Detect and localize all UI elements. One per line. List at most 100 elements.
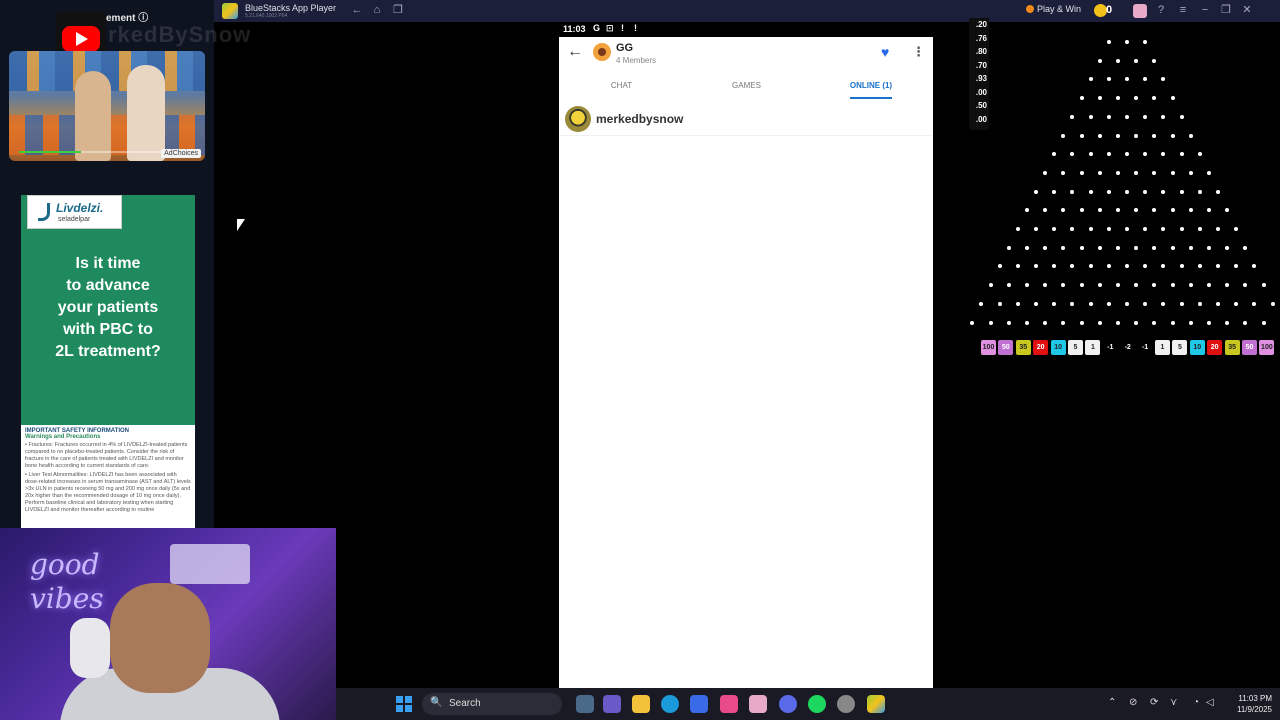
heart-icon[interactable]: ♥ <box>881 44 889 60</box>
home-icon[interactable]: ⌂ <box>370 3 384 17</box>
teams-icon[interactable] <box>603 695 621 713</box>
plinko-slot: 20 <box>1033 340 1049 355</box>
plinko-peg <box>1097 96 1102 101</box>
desktop: ement ⓘ rkedBySnow AdChoices Livdelzi. s… <box>0 0 1280 720</box>
android-screen: 11:03 G ⊡ ! ! ← GG 4 Members ♥ ⋮ CHAT GA… <box>559 22 933 688</box>
plinko-peg <box>1097 283 1102 288</box>
bluestacks-taskbar-icon[interactable] <box>867 695 885 713</box>
plinko-peg <box>1125 77 1129 82</box>
network-icon[interactable]: ⋎ <box>1170 697 1177 708</box>
task-view-icon[interactable] <box>576 695 594 713</box>
taskbar-search[interactable]: 🔍 Search <box>422 693 562 715</box>
headline-line: 2L treatment? <box>55 343 161 360</box>
adchoices-link[interactable]: AdChoices <box>161 149 201 158</box>
plinko-peg <box>1006 245 1011 250</box>
safety-paragraph: • Fractures: Fractures occurred in 4% of… <box>25 442 188 469</box>
version-label: 5.21.640.1002 P64 <box>245 13 288 19</box>
menu-icon[interactable]: ≡ <box>1176 3 1190 17</box>
plinko-peg <box>1170 320 1175 325</box>
member-name: merkedbysnow <box>596 112 684 126</box>
back-arrow-icon[interactable]: ← <box>567 43 583 61</box>
webcam-overlay: good vibes <box>0 528 336 720</box>
plinko-peg <box>1161 152 1166 157</box>
minimize-icon[interactable]: − <box>1198 3 1212 17</box>
tab-chat[interactable]: CHAT <box>599 81 644 90</box>
plinko-peg <box>1188 208 1193 213</box>
obs-icon[interactable] <box>837 695 855 713</box>
chevron-up-icon[interactable]: ⌃ <box>1108 697 1116 708</box>
plinko-peg <box>1152 283 1157 288</box>
ad-person-left <box>75 71 111 161</box>
plinko-peg <box>1252 301 1257 306</box>
generic-name: seladelpar <box>58 216 91 223</box>
plinko-peg <box>1106 77 1111 82</box>
plinko-peg <box>1088 77 1093 82</box>
plinko-slot: -2 <box>1120 340 1136 355</box>
plinko-slot: 100 <box>981 340 996 355</box>
close-icon[interactable]: ✕ <box>1240 3 1254 17</box>
plinko-peg <box>1243 320 1248 325</box>
discord-icon[interactable] <box>779 695 797 713</box>
pharma-ad[interactable]: Livdelzi. seladelpar Is it time to advan… <box>21 195 195 530</box>
list-item[interactable]: merkedbysnow <box>559 104 933 136</box>
background-shelf <box>170 544 250 584</box>
coin-count: 0 <box>1106 4 1113 16</box>
plinko-slot: 5 <box>1068 340 1083 355</box>
plinko-slot: 1 <box>1085 340 1101 355</box>
edge-icon[interactable] <box>661 695 679 713</box>
plinko-peg <box>1070 152 1075 157</box>
plinko-peg <box>1179 227 1184 231</box>
taskbar-clock[interactable]: 11:03 PM 11/9/2025 <box>1212 693 1272 715</box>
plinko-peg <box>1024 283 1029 288</box>
plinko-peg <box>1115 283 1120 288</box>
notification-off-icon[interactable]: ⊘ <box>1129 697 1137 708</box>
windows-taskbar: 🔍 Search ⌃ ⊘ ⟳ ⋎ ◔ ◁ 11:03 PM 11/9/2025 <box>336 688 1280 720</box>
status-icon: ⊡ <box>606 23 614 33</box>
plinko-peg <box>1061 170 1066 175</box>
file-explorer-icon[interactable] <box>632 695 650 713</box>
tab-online[interactable]: ONLINE (1) <box>841 81 901 90</box>
active-tab-indicator <box>850 97 892 99</box>
back-arrow-icon[interactable]: ← <box>350 3 364 17</box>
copilot-icon[interactable] <box>720 695 738 713</box>
group-avatar[interactable] <box>593 43 611 61</box>
plinko-peg <box>1179 301 1184 306</box>
plinko-peg <box>1225 320 1230 325</box>
plinko-peg <box>1088 189 1093 194</box>
plinko-peg <box>1097 245 1102 250</box>
multi-instance-icon[interactable]: ❐ <box>391 3 405 17</box>
plinko-peg <box>988 283 993 288</box>
plinko-slot: 50 <box>998 340 1014 355</box>
wifi-icon[interactable]: ◔ <box>1193 697 1199 708</box>
play-and-win-button[interactable]: Play & Win <box>1026 4 1081 14</box>
tab-games[interactable]: GAMES <box>724 81 769 90</box>
more-options-icon[interactable]: ⋮ <box>912 44 925 60</box>
plinko-peg <box>1079 245 1084 250</box>
plinko-peg <box>1043 170 1048 175</box>
plinko-peg <box>1115 245 1120 250</box>
plinko-peg <box>1015 264 1020 269</box>
plinko-peg <box>1134 320 1139 325</box>
plinko-peg <box>1034 301 1038 306</box>
plinko-peg <box>997 301 1002 306</box>
plinko-peg <box>1125 40 1129 44</box>
windows-start-icon[interactable] <box>396 696 412 712</box>
ad-panel: ement ⓘ rkedBySnow AdChoices Livdelzi. s… <box>0 0 250 530</box>
play-win-icon <box>1026 5 1034 13</box>
help-icon[interactable]: ? <box>1154 3 1168 17</box>
plinko-peg <box>1134 58 1139 63</box>
profile-avatar[interactable] <box>1133 4 1147 18</box>
plinko-peg <box>1161 189 1166 194</box>
plinko-peg <box>1125 227 1129 231</box>
plinko-slot: -1 <box>1102 340 1118 355</box>
restore-icon[interactable]: ❐ <box>1219 3 1233 17</box>
plinko-slot: -1 <box>1137 340 1153 355</box>
plinko-peg <box>1170 96 1175 101</box>
spotify-icon[interactable] <box>808 695 826 713</box>
video-ad[interactable]: AdChoices <box>9 51 205 161</box>
store-icon[interactable] <box>690 695 708 713</box>
sync-icon[interactable]: ⟳ <box>1150 697 1158 708</box>
plinko-peg <box>1134 96 1139 101</box>
plinko-peg <box>1052 152 1057 157</box>
app-icon[interactable] <box>749 695 767 713</box>
